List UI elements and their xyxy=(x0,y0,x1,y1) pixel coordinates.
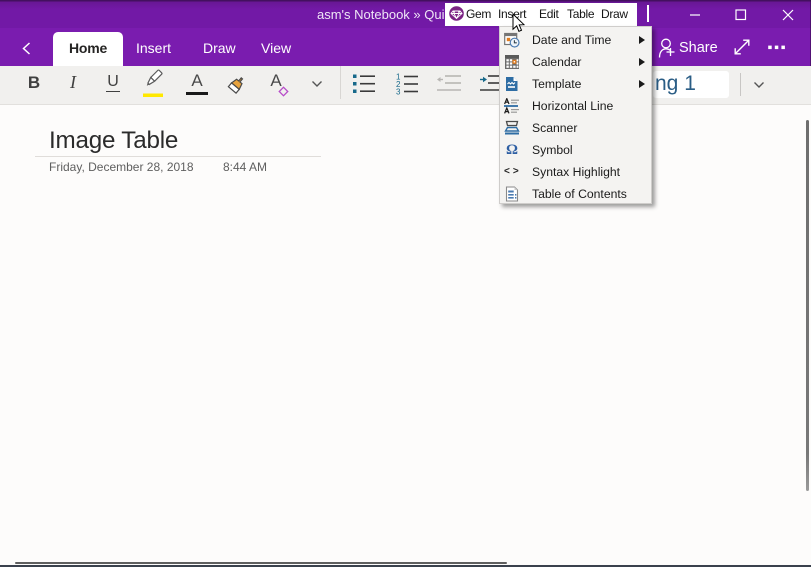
svg-text:3: 3 xyxy=(396,88,401,97)
